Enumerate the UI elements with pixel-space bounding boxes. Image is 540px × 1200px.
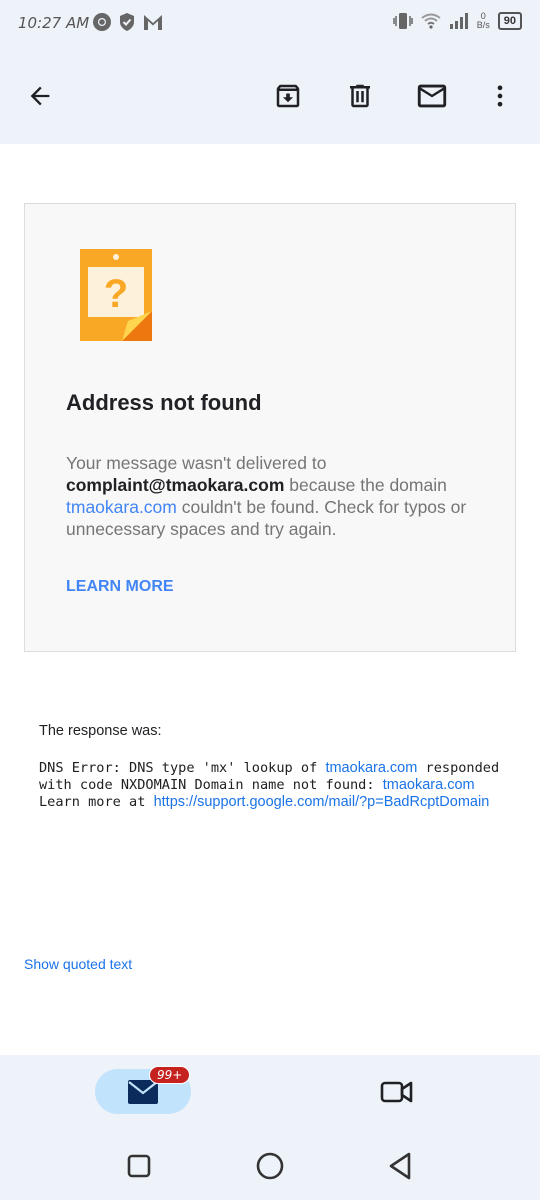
network-speed: 0 B/s <box>476 11 490 30</box>
circle-icon <box>256 1152 284 1180</box>
chrome-icon <box>93 13 111 31</box>
learn-more-link[interactable]: LEARN MORE <box>66 578 174 596</box>
system-back-button[interactable] <box>383 1149 417 1183</box>
back-button[interactable] <box>20 76 60 116</box>
video-camera-icon <box>380 1081 413 1103</box>
domain-link[interactable]: tmaokara.com <box>66 497 177 517</box>
home-button[interactable] <box>253 1149 287 1183</box>
unread-count-badge: 99+ <box>149 1066 191 1084</box>
status-bar: 10:27 AM 0 B/s 90 <box>0 0 540 48</box>
wifi-icon <box>421 13 441 29</box>
bounce-notice-card: ? Address not found Your message wasn't … <box>24 203 516 652</box>
dns-error-text: DNS Error: DNS type 'mx' lookup of tmaok… <box>39 760 500 810</box>
bounce-message: Your message wasn't delivered to complai… <box>66 453 467 539</box>
status-left-icons <box>92 12 164 32</box>
status-time: 10:27 AM <box>18 14 90 32</box>
support-url-link[interactable]: https://support.google.com/mail/?p=BadRc… <box>154 794 490 810</box>
archive-button[interactable] <box>268 76 308 116</box>
signal-icon <box>449 13 468 29</box>
status-right-icons: 0 B/s 90 <box>392 11 522 30</box>
mark-unread-button[interactable] <box>412 76 452 116</box>
dns-domain-link-1[interactable]: tmaokara.com <box>325 760 417 776</box>
shield-icon <box>120 13 134 31</box>
show-quoted-text-link[interactable]: Show quoted text <box>24 956 132 972</box>
battery-indicator: 90 <box>497 12 522 30</box>
gmail-m-icon <box>144 15 162 30</box>
dns-domain-link-2[interactable]: tmaokara.com <box>383 777 475 793</box>
meet-tab[interactable] <box>378 1075 416 1109</box>
message-toolbar <box>0 48 540 144</box>
mark-unread-icon <box>417 84 447 108</box>
triangle-back-icon <box>389 1152 411 1180</box>
recipient-email: complaint@tmaokara.com <box>66 475 285 495</box>
bottom-navigation: 99+ <box>0 1055 540 1200</box>
delete-button[interactable] <box>340 76 380 116</box>
more-vert-icon <box>497 85 503 107</box>
response-label: The response was: <box>39 723 162 739</box>
delete-icon <box>350 84 370 108</box>
back-arrow-icon <box>30 86 50 106</box>
svg-text:?: ? <box>104 272 128 316</box>
recents-button[interactable] <box>122 1149 156 1183</box>
more-options-button[interactable] <box>480 76 520 116</box>
vibrate-icon <box>392 13 413 29</box>
bounce-title: Address not found <box>66 390 262 415</box>
square-icon <box>127 1154 151 1178</box>
archive-icon <box>276 84 300 108</box>
warning-note-icon: ? <box>80 249 154 348</box>
